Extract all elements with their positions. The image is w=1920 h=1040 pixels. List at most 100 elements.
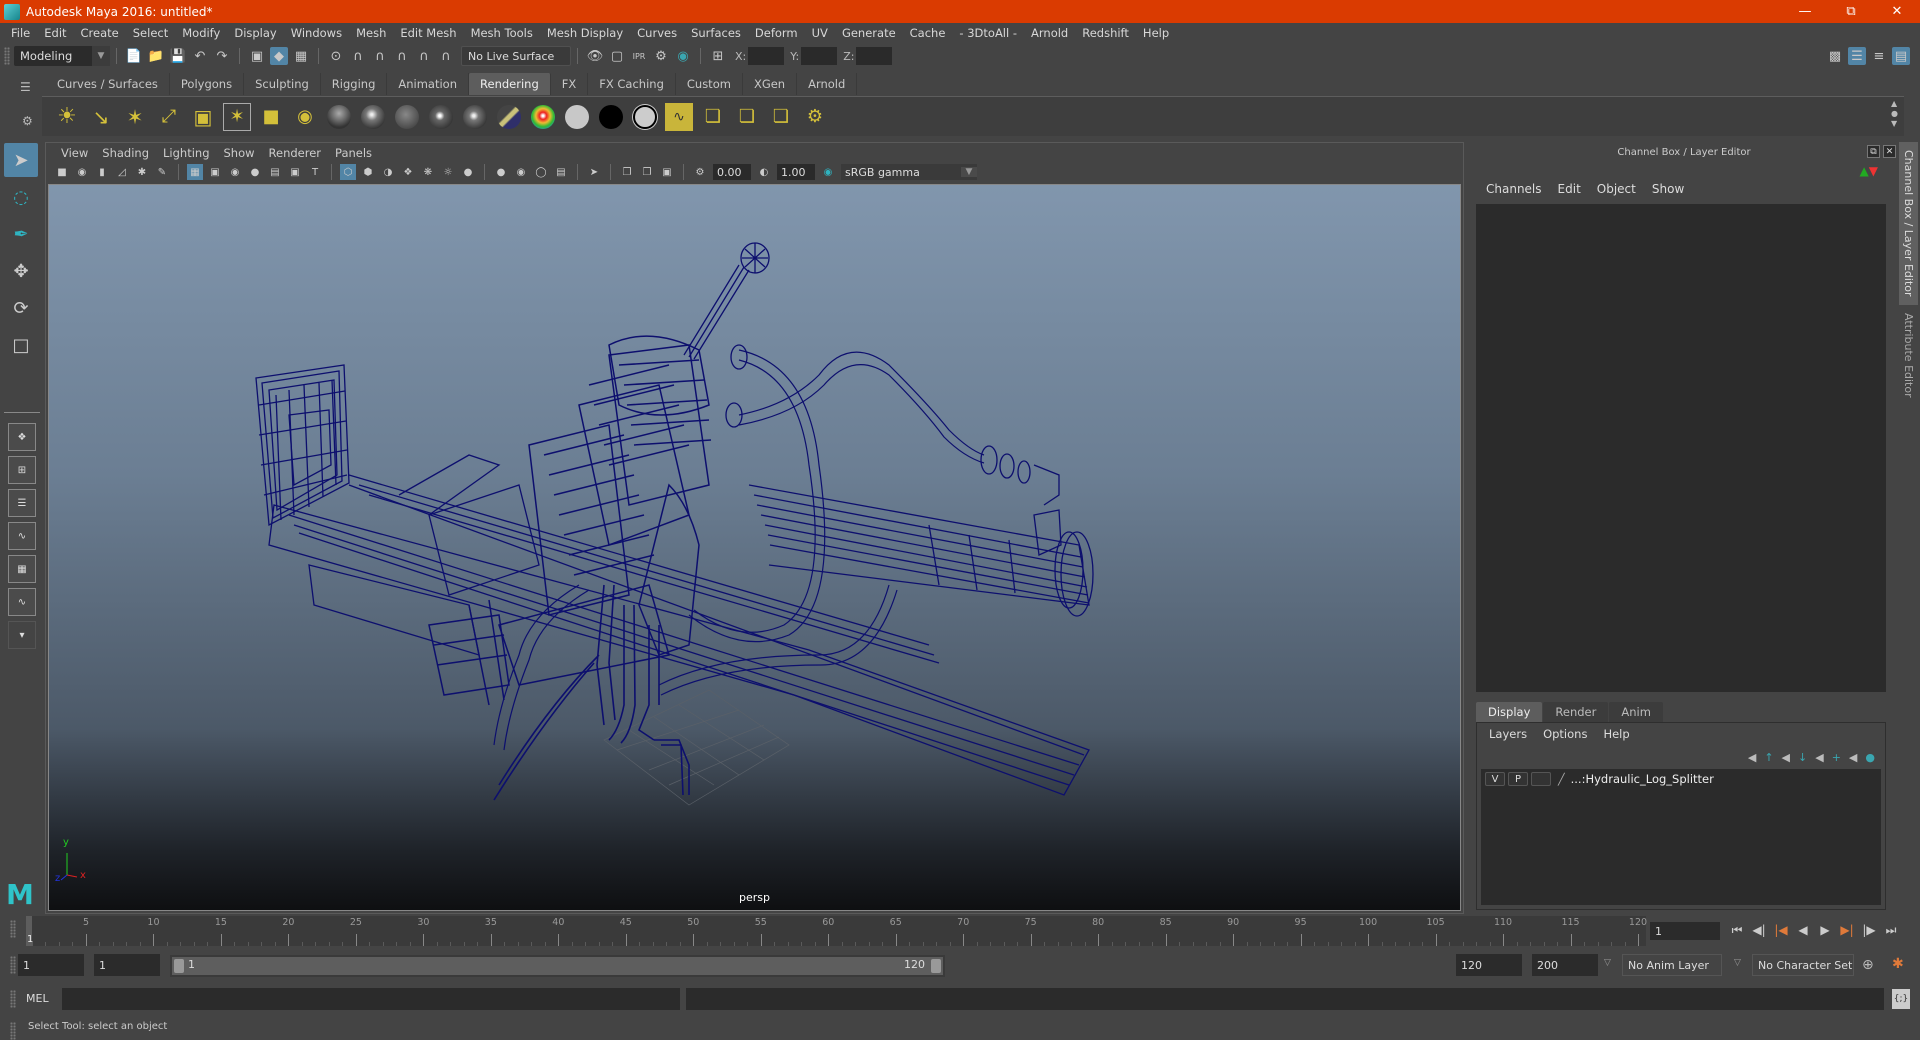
blinn-shader-icon[interactable] bbox=[359, 103, 387, 131]
grip-handle[interactable] bbox=[10, 1022, 16, 1040]
batch-render-icon[interactable]: ❏ bbox=[767, 103, 795, 131]
move-tool-icon[interactable]: ✥ bbox=[4, 254, 38, 288]
snap-to-view-plane-icon[interactable]: ∩ bbox=[393, 47, 411, 65]
range-end-handle[interactable] bbox=[931, 959, 941, 973]
float-panel-icon[interactable]: ⧉ bbox=[1867, 145, 1880, 158]
color-management-toggle-icon[interactable]: ◉ bbox=[820, 164, 836, 180]
menu-help[interactable]: Help bbox=[1136, 26, 1176, 40]
animation-preferences-icon[interactable]: ✱ bbox=[1892, 956, 1904, 972]
redo-icon[interactable]: ↷ bbox=[213, 47, 231, 65]
scale-tool-icon[interactable]: □ bbox=[4, 328, 38, 362]
animation-start-field[interactable]: 1 bbox=[18, 954, 84, 976]
grease-pencil-icon[interactable]: ✎ bbox=[154, 164, 170, 180]
menu-generate[interactable]: Generate bbox=[835, 26, 903, 40]
range-start-handle[interactable] bbox=[174, 959, 184, 973]
persp-graph-layout-icon[interactable]: ∿ bbox=[8, 522, 36, 550]
channel-box-menu-object[interactable]: Object bbox=[1589, 182, 1644, 196]
motion-blur-icon[interactable]: ◉ bbox=[513, 164, 529, 180]
menu-modify[interactable]: Modify bbox=[175, 26, 227, 40]
render-settings-icon[interactable]: ⚙ bbox=[801, 103, 829, 131]
perspective-viewport[interactable]: y x z persp bbox=[48, 184, 1461, 911]
transform-input-icon[interactable]: ⊞ bbox=[709, 47, 727, 65]
time-slider[interactable]: 1 5 10 15 20 25 30 35 40 45 50 55 60 65 70 75 80 85 90 95 1… bbox=[26, 916, 1647, 946]
shelf-menu-icon[interactable]: ☰ bbox=[20, 80, 31, 94]
restore-button[interactable]: ⧉ bbox=[1828, 0, 1874, 23]
film-gate-icon[interactable]: ▣ bbox=[207, 164, 223, 180]
close-panel-icon[interactable]: ✕ bbox=[1883, 145, 1896, 158]
close-button[interactable]: ✕ bbox=[1874, 0, 1920, 23]
gamma-field[interactable]: 1.00 bbox=[777, 164, 815, 180]
snap-to-surface-icon[interactable]: ∩ bbox=[415, 47, 433, 65]
menu-edit-mesh[interactable]: Edit Mesh bbox=[393, 26, 463, 40]
shelf-tab-rigging[interactable]: Rigging bbox=[320, 73, 388, 95]
grip-handle[interactable] bbox=[10, 990, 16, 1008]
persp-outliner-graph-layout-icon[interactable]: ∿ bbox=[8, 588, 36, 616]
menu-redshift[interactable]: Redshift bbox=[1075, 26, 1136, 40]
menu-deform[interactable]: Deform bbox=[748, 26, 805, 40]
z-field[interactable] bbox=[856, 47, 893, 65]
menu-set-selector[interactable]: Modeling ▼ bbox=[14, 46, 110, 66]
panel-menu-lighting[interactable]: Lighting bbox=[156, 146, 216, 160]
render-settings-icon[interactable]: ⚙ bbox=[652, 47, 670, 65]
hypershade-persp-layout-icon[interactable]: ▦ bbox=[8, 555, 36, 583]
phong-shader-icon[interactable] bbox=[427, 103, 455, 131]
attribute-editor-toggle-icon[interactable]: ☰ bbox=[1848, 47, 1866, 65]
safe-action-icon[interactable]: ▣ bbox=[287, 164, 303, 180]
light-linking-icon[interactable]: ■ bbox=[257, 103, 285, 131]
layer-visibility-toggle[interactable]: V bbox=[1485, 772, 1505, 786]
layer-row[interactable]: V P ╱ ...:Hydraulic_Log_Splitter bbox=[1481, 769, 1881, 789]
paint-select-tool-icon[interactable]: ✒ bbox=[4, 217, 38, 251]
snap-to-grid-icon[interactable]: ⊙ bbox=[327, 47, 345, 65]
go-to-end-icon[interactable]: ⏭ bbox=[1880, 920, 1902, 940]
point-light-icon[interactable]: ✶ bbox=[121, 103, 149, 131]
select-by-object-icon[interactable]: ◆ bbox=[270, 47, 288, 65]
bookmark-icon[interactable]: ▮ bbox=[94, 164, 110, 180]
menu-uv[interactable]: UV bbox=[805, 26, 835, 40]
new-layer-from-selected-icon[interactable]: ◀ ● bbox=[1849, 751, 1875, 764]
shading-map-icon[interactable] bbox=[631, 103, 659, 131]
layer-tab-anim[interactable]: Anim bbox=[1609, 702, 1663, 722]
shelf-tab-curves-surfaces[interactable]: Curves / Surfaces bbox=[46, 73, 170, 95]
render-view-waveform-icon[interactable]: ∿ bbox=[665, 102, 693, 131]
y-field[interactable] bbox=[801, 47, 838, 65]
snap-to-point-icon[interactable]: ∩ bbox=[371, 47, 389, 65]
play-backwards-icon[interactable]: ◀ bbox=[1792, 920, 1814, 940]
image-plane-icon[interactable]: ◿ bbox=[114, 164, 130, 180]
chevron-down-icon[interactable]: ▽ bbox=[1734, 958, 1741, 968]
render-view-icon[interactable]: 👁 bbox=[586, 47, 604, 65]
play-forwards-icon[interactable]: ▶ bbox=[1814, 920, 1836, 940]
playback-start-field[interactable]: 1 bbox=[94, 954, 160, 976]
select-by-hierarchy-icon[interactable]: ▣ bbox=[248, 47, 266, 65]
textured-icon[interactable]: ❋ bbox=[420, 164, 436, 180]
current-frame-field[interactable]: 1 bbox=[1650, 922, 1720, 940]
layer-tab-render[interactable]: Render bbox=[1543, 702, 1609, 722]
ramp-shader-icon[interactable] bbox=[529, 103, 557, 131]
shadows-icon[interactable]: ● bbox=[460, 164, 476, 180]
directional-light-icon[interactable]: ↘ bbox=[87, 103, 115, 131]
grip-handle[interactable] bbox=[10, 920, 16, 938]
rotate-tool-icon[interactable]: ⟳ bbox=[4, 291, 38, 325]
wireframe-icon[interactable]: ⬡ bbox=[340, 164, 356, 180]
gate-mask-icon[interactable]: ● bbox=[247, 164, 263, 180]
single-pane-layout-icon[interactable]: ❖ bbox=[8, 423, 36, 451]
panel-menu-panels[interactable]: Panels bbox=[328, 146, 379, 160]
xray-active-components-icon[interactable]: ❐ bbox=[639, 164, 655, 180]
layer-menu-help[interactable]: Help bbox=[1595, 727, 1637, 741]
open-scene-icon[interactable]: 📁 bbox=[147, 47, 165, 65]
shelf-tab-fx-caching[interactable]: FX Caching bbox=[588, 73, 676, 95]
move-layer-up-icon[interactable]: ◀ ↑ bbox=[1748, 751, 1774, 764]
step-back-frame-icon[interactable]: ◀| bbox=[1748, 920, 1770, 940]
shelf-tab-custom[interactable]: Custom bbox=[675, 73, 743, 95]
select-tool-icon[interactable]: ➤ bbox=[4, 143, 38, 177]
go-to-start-icon[interactable]: ⏮ bbox=[1726, 920, 1748, 940]
new-scene-icon[interactable]: 📄 bbox=[125, 47, 143, 65]
step-back-key-icon[interactable]: |◀ bbox=[1770, 920, 1792, 940]
gamma-icon[interactable]: ◐ bbox=[756, 164, 772, 180]
step-forward-key-icon[interactable]: ▶| bbox=[1836, 920, 1858, 940]
render-frame-icon[interactable]: ▢ bbox=[608, 47, 626, 65]
anti-aliasing-icon[interactable]: ◯ bbox=[533, 164, 549, 180]
channel-box-menu-show[interactable]: Show bbox=[1644, 182, 1692, 196]
isolate-select-icon[interactable]: ➤ bbox=[586, 164, 602, 180]
menu-file[interactable]: File bbox=[4, 26, 37, 40]
surface-shader-icon[interactable] bbox=[563, 103, 591, 131]
